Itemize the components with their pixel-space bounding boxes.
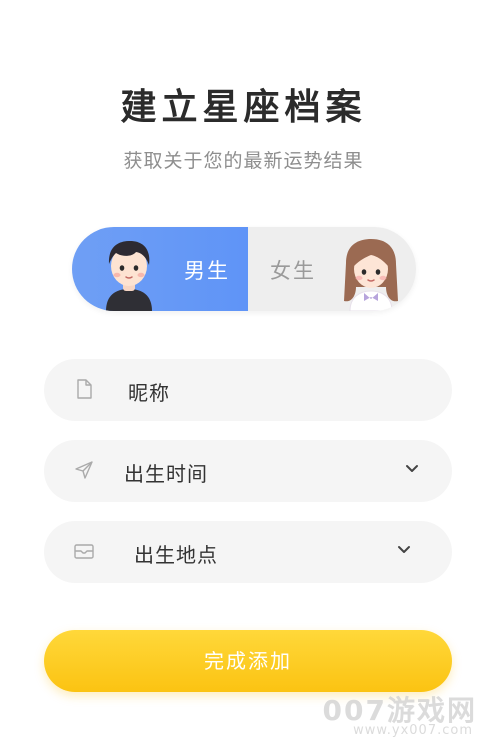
page-subtitle: 获取关于您的最新运势结果 bbox=[123, 150, 364, 172]
document-icon bbox=[77, 379, 92, 399]
gender-label-female: 女生 bbox=[270, 259, 316, 283]
page-title: 建立星座档案 bbox=[120, 86, 367, 128]
gender-option-male[interactable]: 男生 bbox=[72, 227, 248, 311]
birth-place-label: 出生地点 bbox=[134, 543, 218, 567]
gender-label-male: 男生 bbox=[184, 259, 230, 283]
submit-button[interactable]: 完成添加 bbox=[44, 630, 452, 692]
nickname-label: 昵称 bbox=[128, 381, 170, 405]
watermark: 007游戏网 www.yx007.com bbox=[319, 689, 477, 745]
gender-toggle[interactable]: 男生 女生 bbox=[72, 227, 416, 311]
birth-time-field[interactable]: 出生时间 bbox=[44, 440, 452, 502]
nickname-field[interactable]: 昵称 bbox=[44, 359, 452, 421]
girl-avatar-icon bbox=[344, 239, 398, 311]
send-icon bbox=[75, 461, 93, 479]
boy-avatar-icon bbox=[106, 241, 152, 311]
chevron-down-icon[interactable] bbox=[404, 460, 420, 476]
gender-option-female[interactable]: 女生 bbox=[248, 227, 416, 311]
watermark-url: www.yx007.com bbox=[353, 723, 473, 738]
birth-place-field[interactable]: 出生地点 bbox=[44, 521, 452, 583]
create-horoscope-profile-screen: 建立星座档案 获取关于您的最新运势结果 男生 女生 昵称 出生时间 出生地点 完… bbox=[0, 0, 487, 749]
birth-time-label: 出生时间 bbox=[124, 462, 208, 486]
chevron-down-icon[interactable] bbox=[396, 541, 412, 557]
envelope-icon bbox=[74, 544, 94, 559]
